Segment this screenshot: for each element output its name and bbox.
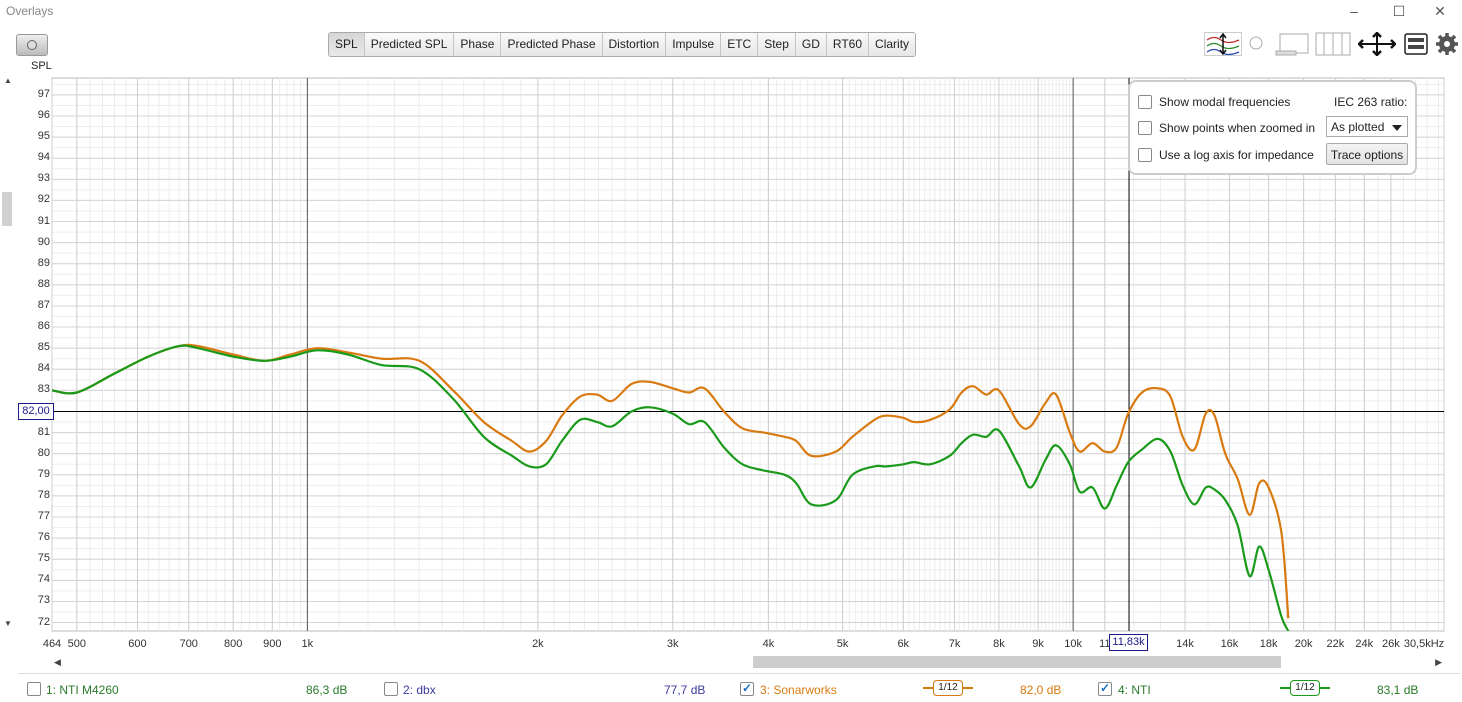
cursor-x-readout: 11,83k <box>1109 634 1148 651</box>
legend-checkbox-dbx[interactable] <box>384 682 398 696</box>
show-points-option[interactable]: Show points when zoomed in <box>1138 121 1315 135</box>
sonarworks-smoothing-badge[interactable]: 1/12 <box>933 680 963 696</box>
modal-frequencies-checkbox[interactable] <box>1138 95 1152 109</box>
trace-legend: 1: NTI M4260 86,3 dB 2: dbx 77,7 dB 3: S… <box>18 673 1460 702</box>
show-points-checkbox[interactable] <box>1138 121 1152 135</box>
legend-label-nti[interactable]: 4: NTI <box>1118 683 1151 697</box>
legend-value-nti-m4260: 86,3 dB <box>306 683 348 697</box>
scroll-right-arrow-icon[interactable]: ▶ <box>1435 655 1442 669</box>
legend-value-dbx: 77,7 dB <box>664 683 706 697</box>
legend-label-dbx[interactable]: 2: dbx <box>403 683 436 697</box>
trace-options-button[interactable]: Trace options <box>1326 143 1408 165</box>
legend-label-sonarworks[interactable]: 3: Sonarworks <box>760 683 837 697</box>
modal-frequencies-option[interactable]: Show modal frequencies <box>1138 95 1290 109</box>
legend-checkbox-sonarworks[interactable] <box>740 681 754 696</box>
legend-value-sonarworks: 82,0 dB <box>1020 683 1062 697</box>
cursor-y-readout: 82,00 <box>18 403 54 420</box>
iec-ratio-select[interactable]: As plotted <box>1326 116 1408 137</box>
iec-ratio-value: As plotted <box>1331 120 1385 134</box>
log-impedance-option[interactable]: Use a log axis for impedance <box>1138 148 1314 162</box>
chevron-down-icon <box>1392 125 1402 131</box>
graph-options-panel: Show modal frequencies Show points when … <box>1128 80 1417 175</box>
scroll-left-arrow-icon[interactable]: ◀ <box>54 655 61 669</box>
horizontal-scrollbar[interactable]: ◀ ▶ <box>52 655 1444 669</box>
legend-value-nti: 83,1 dB <box>1377 683 1419 697</box>
legend-label-nti-m4260[interactable]: 1: NTI M4260 <box>46 683 119 697</box>
horizontal-scroll-thumb[interactable] <box>753 656 1281 668</box>
show-points-label: Show points when zoomed in <box>1159 121 1316 135</box>
legend-checkbox-nti-m4260[interactable] <box>27 682 41 696</box>
nti-smoothing-badge[interactable]: 1/12 <box>1290 680 1320 696</box>
log-impedance-label: Use a log axis for impedance <box>1159 148 1314 162</box>
iec-ratio-label: IEC 263 ratio: <box>1334 95 1408 109</box>
modal-frequencies-label: Show modal frequencies <box>1159 95 1291 109</box>
legend-checkbox-nti[interactable] <box>1098 681 1112 696</box>
log-impedance-checkbox[interactable] <box>1138 148 1152 162</box>
